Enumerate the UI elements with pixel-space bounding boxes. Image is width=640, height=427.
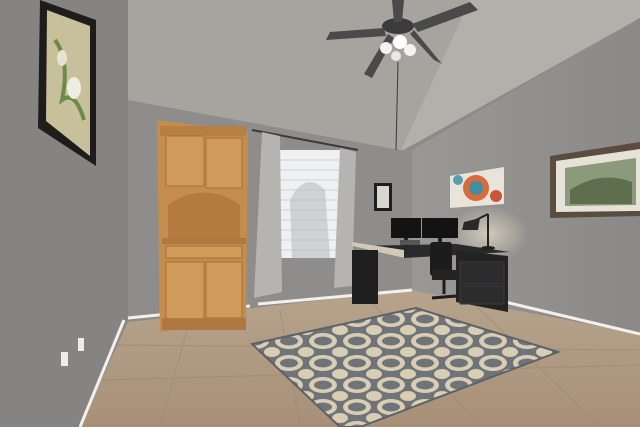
wood-hutch-cabinet <box>157 120 248 332</box>
room-photo <box>0 0 640 427</box>
wall-outlet <box>61 352 68 366</box>
window <box>280 150 342 258</box>
small-framed-picture <box>374 183 392 211</box>
wall-outlet <box>78 338 84 351</box>
